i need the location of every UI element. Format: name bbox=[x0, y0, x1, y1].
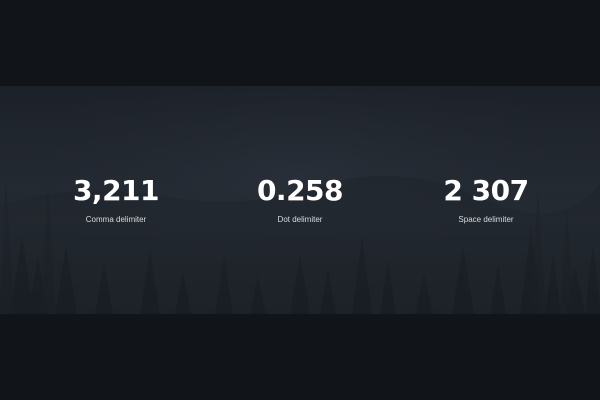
counter-value: 0.258 bbox=[256, 174, 344, 207]
counter-label: Dot delimiter bbox=[277, 215, 323, 224]
counter-label: Comma delimiter bbox=[85, 215, 147, 224]
counter-comma: 3,211 Comma delimiter bbox=[26, 174, 206, 226]
counter-section: 3,211 Comma delimiter 0.258 Dot delimite… bbox=[0, 86, 600, 314]
counter-dot: 0.258 Dot delimiter bbox=[210, 174, 390, 226]
counter-label: Space delimiter bbox=[458, 215, 514, 224]
page: 3,211 Comma delimiter 0.258 Dot delimite… bbox=[0, 0, 600, 400]
counter-value: 2 307 bbox=[443, 174, 529, 207]
counters-row: 3,211 Comma delimiter 0.258 Dot delimite… bbox=[0, 86, 600, 314]
counter-space: 2 307 Space delimiter bbox=[396, 174, 576, 226]
counter-value: 3,211 bbox=[72, 174, 160, 207]
